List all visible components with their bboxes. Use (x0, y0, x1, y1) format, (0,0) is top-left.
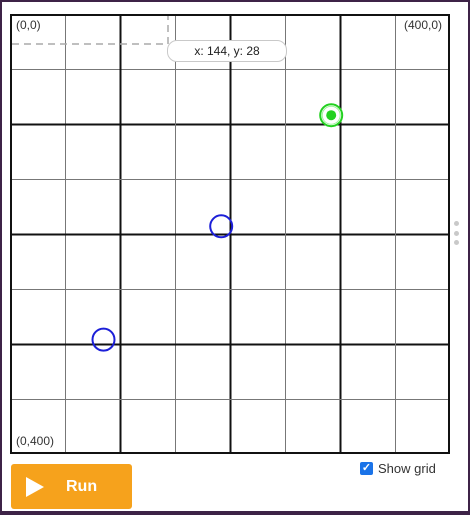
run-button-label: Run (66, 477, 98, 495)
resize-handle[interactable] (453, 221, 459, 245)
handle-dot (453, 240, 459, 245)
handle-dot (453, 230, 459, 236)
circle-marker[interactable] (91, 327, 116, 352)
play-icon (26, 476, 44, 497)
target-marker-center (326, 110, 337, 121)
checkmark-icon: ✓ (361, 461, 372, 474)
coordinate-tooltip: x: 144, y: 28 (167, 40, 287, 62)
drawing-canvas[interactable]: (0,0) (400,0) (0,400) (10, 14, 450, 454)
show-grid-checkbox[interactable]: ✓ (360, 461, 373, 475)
corner-label-bottom-left: (0,400) (14, 434, 57, 448)
show-grid-toggle[interactable]: ✓ Show grid (360, 459, 436, 477)
corner-label-top-right: (400,0) (401, 18, 444, 32)
grid-layer (10, 14, 450, 454)
handle-dot (453, 221, 459, 226)
app-panel: (0,0) (400,0) (0,400) x: 144, y: 28 Run … (0, 0, 470, 515)
run-button[interactable]: Run (11, 464, 132, 509)
corner-label-top-left: (0,0) (14, 18, 43, 32)
show-grid-label: Show grid (378, 460, 436, 476)
